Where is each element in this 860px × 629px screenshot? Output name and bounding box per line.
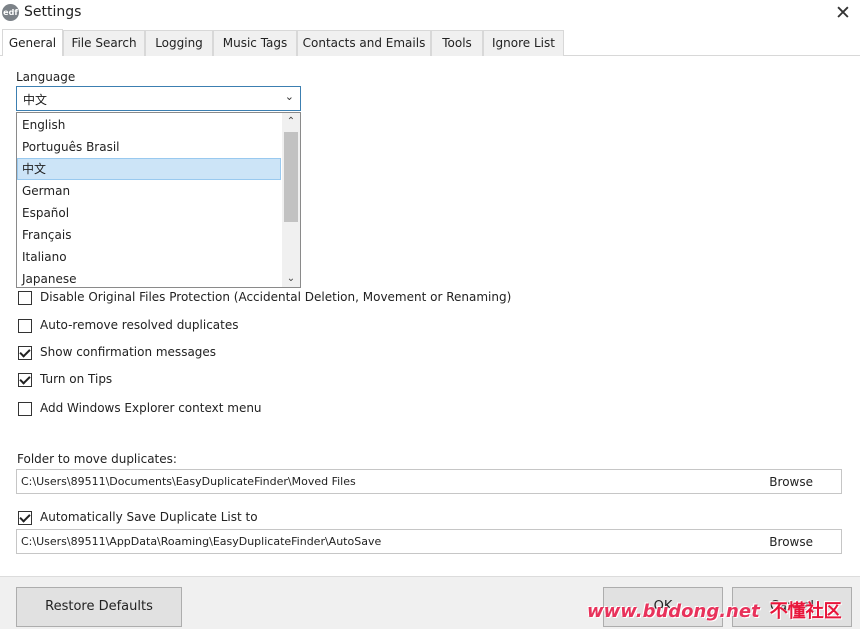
- move-folder-path: C:\Users\89511\Documents\EasyDuplicateFi…: [21, 475, 356, 488]
- tab-logging[interactable]: Logging: [145, 30, 213, 56]
- language-option-german[interactable]: German: [17, 180, 281, 202]
- language-option-japanese[interactable]: Japanese: [17, 268, 281, 290]
- confirmation-messages-label[interactable]: Show confirmation messages: [40, 345, 216, 359]
- chevron-down-icon[interactable]: ⌄: [282, 270, 300, 287]
- chevron-up-icon[interactable]: ⌃: [282, 113, 300, 130]
- tips-checkbox[interactable]: [18, 373, 32, 387]
- auto-remove-checkbox[interactable]: [18, 319, 32, 333]
- disable-protection-label[interactable]: Disable Original Files Protection (Accid…: [40, 290, 511, 304]
- explorer-menu-label[interactable]: Add Windows Explorer context menu: [40, 401, 262, 415]
- autosave-folder-field[interactable]: C:\Users\89511\AppData\Roaming\EasyDupli…: [16, 529, 842, 554]
- tab-strip: General File Search Logging Music Tags C…: [0, 29, 860, 56]
- autosave-folder-path: C:\Users\89511\AppData\Roaming\EasyDupli…: [21, 535, 382, 548]
- dropdown-scrollbar[interactable]: ⌃ ⌄: [282, 113, 300, 287]
- move-folder-browse-button[interactable]: Browse: [769, 475, 813, 489]
- tips-label[interactable]: Turn on Tips: [40, 372, 112, 386]
- disable-protection-checkbox[interactable]: [18, 291, 32, 305]
- language-selected-value: 中文: [23, 93, 48, 107]
- tab-music-tags[interactable]: Music Tags: [213, 30, 297, 56]
- watermark: www.budong.net 不懂社区: [587, 597, 842, 623]
- chevron-down-icon: ⌄: [284, 90, 294, 103]
- language-label: Language: [16, 70, 76, 84]
- watermark-cn: 不懂社区: [769, 601, 842, 622]
- language-option-french[interactable]: Français: [17, 224, 281, 246]
- language-option-english[interactable]: English: [17, 114, 281, 136]
- title-bar: edf Settings ✕: [0, 0, 860, 28]
- auto-remove-label[interactable]: Auto-remove resolved duplicates: [40, 318, 239, 332]
- autosave-checkbox[interactable]: [18, 511, 32, 525]
- move-folder-field[interactable]: C:\Users\89511\Documents\EasyDuplicateFi…: [16, 469, 842, 494]
- language-option-italian[interactable]: Italiano: [17, 246, 281, 268]
- autosave-label[interactable]: Automatically Save Duplicate List to: [40, 510, 258, 524]
- tab-general[interactable]: General: [2, 29, 63, 56]
- language-option-chinese[interactable]: 中文: [17, 158, 281, 180]
- window-title: Settings: [24, 4, 82, 20]
- tab-file-search[interactable]: File Search: [63, 30, 145, 56]
- tab-ignore-list[interactable]: Ignore List: [483, 30, 564, 56]
- confirmation-messages-checkbox[interactable]: [18, 346, 32, 360]
- tab-contacts-and-emails[interactable]: Contacts and Emails: [297, 30, 431, 56]
- app-logo-icon: edf: [2, 4, 19, 21]
- scrollbar-thumb[interactable]: [284, 132, 298, 222]
- language-option-portuguese[interactable]: Português Brasil: [17, 136, 281, 158]
- restore-defaults-button[interactable]: Restore Defaults: [16, 587, 182, 627]
- general-tab-panel: Language 中文 ⌄ English Português Brasil 中…: [0, 56, 860, 576]
- close-icon[interactable]: ✕: [833, 2, 853, 24]
- language-option-spanish[interactable]: Español: [17, 202, 281, 224]
- explorer-menu-checkbox[interactable]: [18, 402, 32, 416]
- move-folder-label: Folder to move duplicates:: [17, 452, 177, 466]
- language-dropdown-list: English Português Brasil 中文 German Españ…: [16, 112, 301, 288]
- watermark-url: www.budong.net: [587, 601, 760, 622]
- language-select[interactable]: 中文 ⌄: [16, 86, 301, 111]
- autosave-browse-button[interactable]: Browse: [769, 535, 813, 549]
- tab-tools[interactable]: Tools: [431, 30, 483, 56]
